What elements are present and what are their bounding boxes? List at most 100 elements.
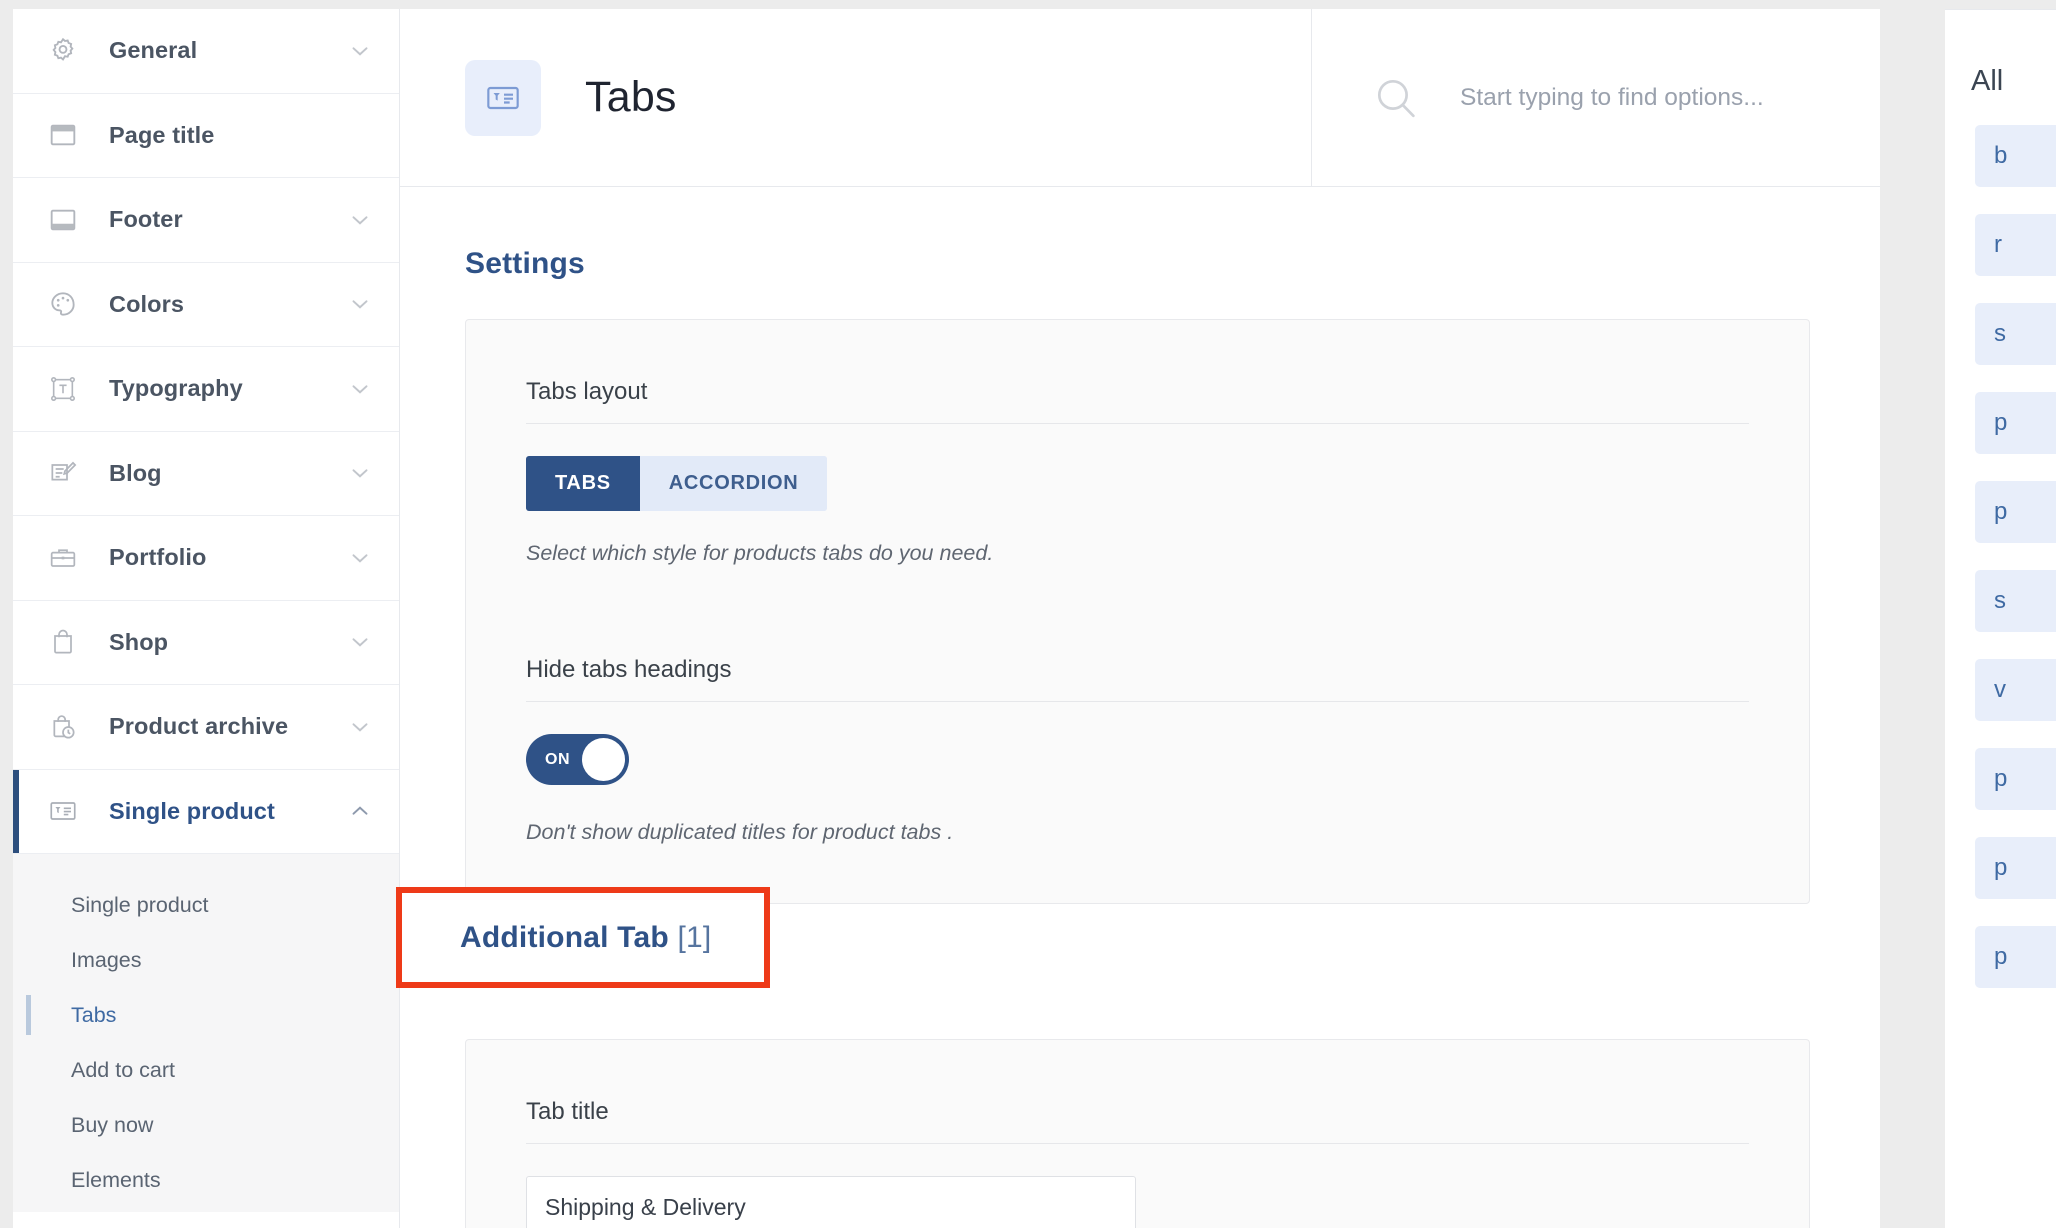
- sidebar-item-label: General: [109, 37, 198, 64]
- chip-label: p: [1994, 765, 2008, 792]
- sidebar-subitem-single-product[interactable]: Single product: [13, 883, 399, 927]
- additional-tab-section-title: Additional Tab [1]: [460, 921, 711, 955]
- chevron-down-icon[interactable]: [347, 460, 373, 486]
- sidebar-item-general[interactable]: General: [13, 9, 399, 94]
- sidebar-subitem-buy-now[interactable]: Buy now: [13, 1103, 399, 1147]
- list-item[interactable]: p: [1975, 926, 2056, 988]
- sidebar-item-page-title[interactable]: Page title: [13, 93, 399, 178]
- list-item[interactable]: s: [1975, 303, 2056, 365]
- header-search-zone: [1312, 9, 1880, 186]
- settings-section-title: Settings: [465, 247, 585, 280]
- list-item[interactable]: p: [1975, 392, 2056, 454]
- single-product-icon: [465, 59, 541, 136]
- theme-options-window: General Page title Footer Colors Typogra…: [13, 9, 1880, 1228]
- briefcase-icon: [46, 541, 80, 575]
- bag-clock-icon: [46, 710, 80, 744]
- chevron-up-icon[interactable]: [347, 798, 373, 824]
- sidebar-subitem-label: Single product: [71, 892, 209, 917]
- page-header: Tabs: [400, 9, 1880, 187]
- chevron-down-icon[interactable]: [347, 629, 373, 655]
- sidebar-item-typography[interactable]: Typography: [13, 347, 399, 432]
- list-item[interactable]: s: [1975, 570, 2056, 632]
- chip-label: p: [1994, 409, 2008, 436]
- list-item[interactable]: p: [1975, 748, 2056, 810]
- chevron-down-icon[interactable]: [347, 714, 373, 740]
- chip-label: s: [1994, 587, 2006, 614]
- tabs-layout-segmented-control[interactable]: TABS ACCORDION: [526, 456, 828, 511]
- hide-tabs-headings-help: Don't show duplicated titles for product…: [526, 820, 954, 844]
- sidebar-item-label: Footer: [109, 206, 183, 233]
- toggle-knob: [582, 738, 625, 781]
- chip-label: p: [1994, 854, 2008, 881]
- chip-label: p: [1994, 943, 2008, 970]
- sidebar-submenu-single-product: Single product Images Tabs Add to cart B…: [13, 854, 399, 1212]
- tab-title-label: Tab title: [526, 1098, 1749, 1144]
- chip-label: b: [1994, 142, 2008, 169]
- sidebar-subitem-tabs[interactable]: Tabs: [13, 993, 399, 1037]
- settings-card: Tabs layout TABS ACCORDION Select which …: [465, 319, 1810, 904]
- chip-label: v: [1994, 676, 2006, 703]
- header-title-zone: Tabs: [400, 9, 1312, 186]
- sidebar-item-label: Blog: [109, 459, 162, 486]
- sidebar-subitem-images[interactable]: Images: [13, 938, 399, 982]
- search-icon: [1370, 72, 1422, 124]
- chevron-down-icon[interactable]: [347, 207, 373, 233]
- app-root: General Page title Footer Colors Typogra…: [0, 0, 2056, 1228]
- tabs-layout-option-tabs[interactable]: TABS: [526, 456, 640, 511]
- additional-tab-card: Tab title: [465, 1039, 1810, 1228]
- chevron-down-icon[interactable]: [347, 291, 373, 317]
- sidebar-item-portfolio[interactable]: Portfolio: [13, 516, 399, 601]
- sidebar-subitem-elements[interactable]: Elements: [13, 1158, 399, 1202]
- chevron-down-icon[interactable]: [347, 545, 373, 571]
- chevron-down-icon[interactable]: [347, 376, 373, 402]
- tab-title-input[interactable]: [526, 1176, 1136, 1228]
- sidebar-item-label: Shop: [109, 628, 169, 655]
- field-hide-tabs-headings: Hide tabs headings ON Don't show duplica…: [526, 656, 1749, 845]
- sidebar: General Page title Footer Colors Typogra…: [13, 9, 400, 1228]
- sidebar-subitem-label: Images: [71, 947, 142, 972]
- chip-label: s: [1994, 320, 2006, 347]
- tabs-layout-option-accordion[interactable]: ACCORDION: [639, 456, 828, 511]
- sidebar-item-label: Colors: [109, 290, 185, 317]
- sidebar-item-shop[interactable]: Shop: [13, 600, 399, 685]
- sidebar-item-blog[interactable]: Blog: [13, 431, 399, 516]
- list-item[interactable]: p: [1975, 837, 2056, 899]
- hide-tabs-headings-toggle[interactable]: ON: [526, 734, 629, 785]
- field-tab-title: Tab title: [526, 1098, 1749, 1228]
- sidebar-item-product-archive[interactable]: Product archive: [13, 685, 399, 770]
- sidebar-item-label: Single product: [109, 797, 275, 824]
- field-tabs-layout: Tabs layout TABS ACCORDION Select which …: [526, 378, 1749, 566]
- sidebar-subitem-label: Buy now: [71, 1112, 154, 1137]
- chevron-down-icon[interactable]: [347, 38, 373, 64]
- additional-tab-heading-main: Additional Tab: [460, 920, 669, 954]
- hide-tabs-headings-label: Hide tabs headings: [526, 656, 1749, 702]
- chip-label: r: [1994, 231, 2002, 258]
- sidebar-item-footer[interactable]: Footer: [13, 178, 399, 263]
- sidebar-item-label: Portfolio: [109, 544, 207, 571]
- list-item[interactable]: r: [1975, 214, 2056, 276]
- toggle-state-label: ON: [545, 750, 570, 768]
- page-title-icon: [46, 118, 80, 152]
- sidebar-item-label: Page title: [109, 121, 215, 148]
- main-column: Tabs Settings Tabs layout: [400, 9, 1880, 1228]
- tabs-layout-label: Tabs layout: [526, 378, 1749, 424]
- typography-icon: [46, 372, 80, 406]
- chip-label: p: [1994, 498, 2008, 525]
- right-panel: All b r s p p s v p p p: [1945, 9, 2056, 1228]
- sidebar-item-single-product[interactable]: Single product: [13, 769, 399, 854]
- sidebar-item-label: Product archive: [109, 713, 289, 740]
- palette-icon: [46, 287, 80, 321]
- blog-pencil-icon: [46, 456, 80, 490]
- gear-icon: [46, 34, 80, 68]
- list-item[interactable]: p: [1975, 481, 2056, 543]
- sidebar-subitem-label: Elements: [71, 1167, 161, 1192]
- search-input[interactable]: [1460, 83, 1880, 112]
- sidebar-subitem-label: Tabs: [71, 1002, 117, 1027]
- page-title: Tabs: [585, 73, 677, 121]
- additional-tab-heading-index: [1]: [677, 920, 712, 954]
- sidebar-item-colors[interactable]: Colors: [13, 262, 399, 347]
- list-item[interactable]: b: [1975, 125, 2056, 187]
- sidebar-item-label: Typography: [109, 375, 243, 402]
- list-item[interactable]: v: [1975, 659, 2056, 721]
- sidebar-subitem-add-to-cart[interactable]: Add to cart: [13, 1048, 399, 1092]
